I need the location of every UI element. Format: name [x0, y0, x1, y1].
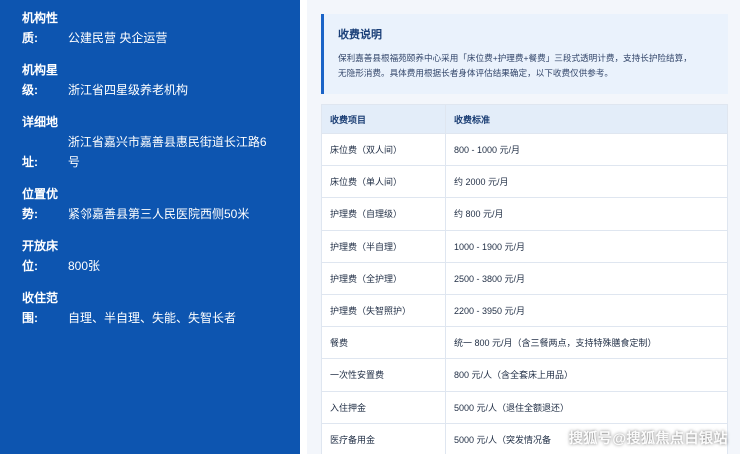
table-row: 护理费（半自理） 1000 - 1900 元/月 [321, 229, 728, 263]
info-item: 位置优势: 紧邻嘉善县第三人民医院西侧50米 [22, 184, 278, 224]
fee-item-cell: 医疗备用金 [321, 422, 446, 454]
info-label-line2: 势: [22, 207, 38, 221]
fee-standard-cell: 1000 - 1900 元/月 [445, 229, 728, 263]
info-label-line2: 址: [22, 155, 38, 169]
header-standard: 收费标准 [445, 104, 728, 134]
table-row: 护理费（全护理） 2500 - 3800 元/月 [321, 261, 728, 295]
info-label-line1: 机构星 [22, 63, 59, 77]
watermark: 搜狐号@搜狐焦点白银站 [568, 430, 728, 446]
info-item: 收住范围: 自理、半自理、失能、失智长者 [22, 288, 278, 328]
info-value: 自理、半自理、失能、失智长者 [68, 311, 237, 325]
fee-standard-cell: 约 800 元/月 [445, 197, 728, 231]
info-label-line1: 详细地 [22, 115, 59, 129]
fee-item-cell: 床位费（双人间） [321, 132, 446, 167]
fee-item-cell: 床位费（单人间） [321, 165, 446, 199]
info-value: 800张 [68, 259, 101, 273]
table-row: 餐费 统一 800 元/月（含三餐两点，支持特殊膳食定制） [321, 326, 728, 360]
info-label-line2: 位: [22, 259, 38, 273]
fee-standard-cell: 统一 800 元/月（含三餐两点，支持特殊膳食定制） [445, 326, 728, 360]
table-row: 入住押金 5000 元/人（退住全额退还） [321, 390, 728, 424]
fee-standard-cell: 800 元/人（含全套床上用品） [445, 358, 728, 392]
fee-item-cell: 入住押金 [321, 390, 446, 424]
fee-table-body: 床位费（双人间） 800 - 1000 元/月 床位费（单人间）约 2000 元/月… [321, 132, 728, 454]
fee-item-cell: 餐费 [321, 326, 446, 360]
info-label-line1: 收住范 [22, 291, 59, 305]
divider [300, 0, 307, 454]
info-value: 浙江省四星级养老机构 [68, 83, 189, 97]
info-sidebar: 机构性质: 公建民营 央企运营机构星级: 浙江省四星级养老机构详细地址: 浙江省嘉兴市… [0, 0, 300, 454]
fee-notice: 收费说明 保利嘉善县根福苑颐养中心采用「床位费+护理费+餐费」三段式透明计费，支… [321, 14, 728, 94]
info-label-line1: 开放床 [22, 239, 59, 253]
table-row: 一次性安置费 800 元/人（含全套床上用品） [321, 358, 728, 392]
table-row: 护理费（失智照护） 2200 - 3950 元/月 [321, 293, 728, 328]
fee-standard-cell: 2200 - 3950 元/月 [445, 293, 728, 328]
fee-table: 收费项目 收费标准 床位费（双人间） 800 - 1000 元/月 床位费（单人间）… [321, 104, 728, 454]
notice-line-2: 无隐形消费。具体费用根据长者身体评估结果确定，以下收费仅供参考。 [338, 68, 614, 78]
table-row: 床位费（双人间） 800 - 1000 元/月 [321, 132, 728, 167]
info-label-line2: 级: [22, 83, 38, 97]
fee-item-cell: 护理费（失智照护） [321, 293, 446, 328]
fee-standard-cell: 2500 - 3800 元/月 [445, 261, 728, 295]
fee-item-cell: 护理费（自理级） [321, 197, 446, 231]
info-item: 机构性质: 公建民营 央企运营 [22, 8, 278, 48]
info-item: 开放床位: 800张 [22, 236, 278, 276]
main-content: 收费说明 保利嘉善县根福苑颐养中心采用「床位费+护理费+餐费」三段式透明计费，支… [307, 0, 740, 454]
fee-item-cell: 一次性安置费 [321, 358, 446, 392]
header-item: 收费项目 [321, 104, 446, 134]
notice-line-1: 保利嘉善县根福苑颐养中心采用「床位费+护理费+餐费」三段式透明计费，支持长护险结… [338, 53, 692, 63]
info-item: 机构星级: 浙江省四星级养老机构 [22, 60, 278, 100]
table-row: 床位费（单人间）约 2000 元/月 [321, 165, 728, 199]
info-value: 公建民营 央企运营 [68, 31, 168, 45]
fee-standard-cell: 约 2000 元/月 [445, 165, 728, 199]
table-row: 护理费（自理级）约 800 元/月 [321, 197, 728, 231]
info-label-line2: 围: [22, 311, 38, 325]
fee-standard-cell: 5000 元/人（退住全额退还） [445, 390, 728, 424]
info-value: 浙江省嘉兴市嘉善县惠民街道长江路6号 [67, 135, 267, 169]
notice-title: 收费说明 [338, 29, 382, 41]
info-label-line2: 质: [22, 31, 38, 45]
fee-table-header: 收费项目 收费标准 [321, 104, 728, 134]
info-value: 紧邻嘉善县第三人民医院西侧50米 [68, 207, 250, 221]
fee-item-cell: 护理费（半自理） [321, 229, 446, 263]
fee-item-cell: 护理费（全护理） [321, 261, 446, 295]
info-label-line1: 机构性 [22, 11, 59, 25]
fee-standard-cell: 800 - 1000 元/月 [445, 132, 728, 167]
info-label-line1: 位置优 [22, 187, 59, 201]
notice-text: 保利嘉善县根福苑颐养中心采用「床位费+护理费+餐费」三段式透明计费，支持长护险结… [338, 51, 716, 81]
info-list: 机构性质: 公建民营 央企运营机构星级: 浙江省四星级养老机构详细地址: 浙江省嘉兴市… [22, 8, 278, 328]
info-item: 详细地址: 浙江省嘉兴市嘉善县惠民街道长江路6号 [22, 112, 278, 172]
